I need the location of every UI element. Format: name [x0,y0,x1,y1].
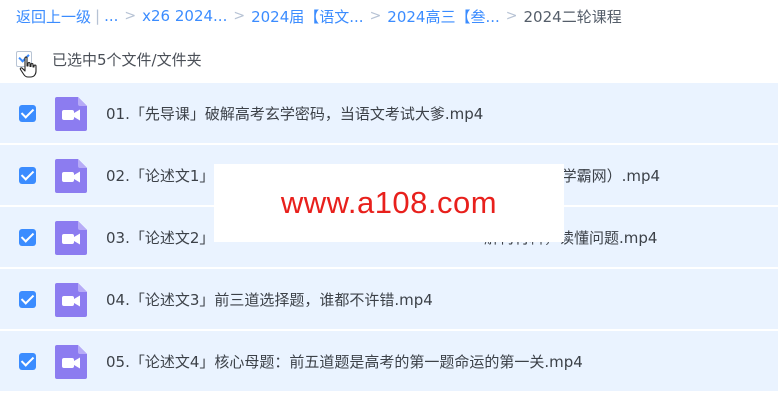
video-file-icon [55,159,87,193]
file-browser: 返回上一级 | ... > x26 2024... > 2024届【语文... … [0,0,778,403]
file-checkbox[interactable] [19,229,36,246]
selection-count-text: 已选中5个文件/文件夹 [52,50,202,69]
file-row[interactable]: 05.「论述文4」核心母题：前五道题是高考的第一题命运的第一关.mp4 [0,331,778,393]
chevron-right-icon: > [369,8,382,24]
breadcrumb-item-2024-chinese[interactable]: 2024届【语文... [251,6,363,27]
watermark: www.a108.com [214,164,564,242]
video-file-icon [55,283,87,317]
file-checkbox[interactable] [19,105,36,122]
back-link[interactable]: 返回上一级 [16,6,91,27]
file-checkbox[interactable] [19,167,36,184]
video-file-icon [55,221,87,255]
chevron-right-icon: > [505,8,518,24]
file-checkbox[interactable] [19,291,36,308]
file-name[interactable]: 03.「论述文2」 [106,207,214,269]
breadcrumb-item-2024-senior[interactable]: 2024高三【叁... [387,6,499,27]
file-name[interactable]: 02.「论述文1」 [106,145,214,207]
file-name[interactable]: 04.「论述文3」前三道选择题，谁都不许错.mp4 [106,269,433,331]
file-row[interactable]: 01.「先导课」破解高考玄学密码，当语文考试大爹.mp4 [0,83,778,145]
breadcrumb-ellipsis[interactable]: ... [104,7,118,25]
video-file-icon [55,345,87,379]
selection-bar: 已选中5个文件/文件夹 [16,46,202,78]
breadcrumb-current: 2024二轮课程 [523,7,622,26]
video-file-icon [55,97,87,131]
hand-pointer-icon [19,56,37,78]
file-name[interactable]: 01.「先导课」破解高考玄学密码，当语文考试大爹.mp4 [106,83,483,145]
breadcrumb-divider: | [95,7,101,25]
watermark-text: www.a108.com [280,185,498,220]
breadcrumb-item-x26[interactable]: x26 2024... [142,7,227,25]
breadcrumb: 返回上一级 | ... > x26 2024... > 2024届【语文... … [16,4,622,28]
file-name[interactable]: 05.「论述文4」核心母题：前五道题是高考的第一题命运的第一关.mp4 [106,331,583,393]
file-checkbox[interactable] [19,353,36,370]
chevron-right-icon: > [233,8,246,24]
file-row[interactable]: 04.「论述文3」前三道选择题，谁都不许错.mp4 [0,269,778,331]
chevron-right-icon: > [124,8,137,24]
